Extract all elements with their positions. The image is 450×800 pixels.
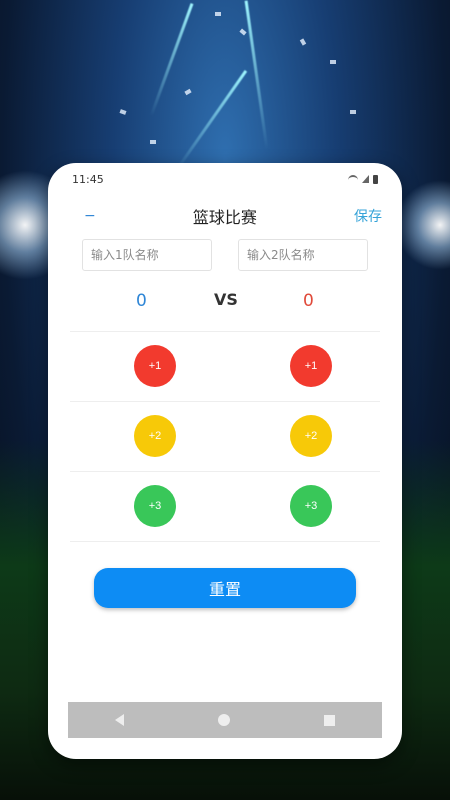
plus-one-row: +1 +1: [70, 331, 380, 401]
reset-button[interactable]: 重置: [94, 568, 356, 608]
team2-name-input[interactable]: [238, 239, 368, 271]
team1-plus-three-button[interactable]: +3: [134, 485, 176, 527]
app-bar: − 篮球比赛 保存: [48, 195, 402, 237]
plus-two-row: +2 +2: [70, 401, 380, 471]
nav-back-icon[interactable]: [115, 714, 124, 726]
nav-recents-icon[interactable]: [324, 714, 335, 726]
plus-three-row: +3 +3: [70, 471, 380, 542]
team-name-inputs: [48, 239, 402, 271]
system-nav-bar: [68, 702, 382, 738]
team2-score: 0: [303, 291, 314, 311]
save-button[interactable]: 保存: [354, 206, 382, 226]
team2-plus-two-button[interactable]: +2: [290, 415, 332, 457]
scoreboard: 0 VS 0: [48, 271, 402, 331]
team1-score: 0: [136, 291, 147, 311]
battery-icon: [373, 174, 378, 184]
status-time: 11:45: [72, 172, 104, 186]
nav-home-icon[interactable]: [218, 714, 230, 726]
status-bar: 11:45: [48, 163, 402, 195]
team2-plus-one-button[interactable]: +1: [290, 345, 332, 387]
reset-container: 重置: [48, 568, 402, 608]
vs-label: VS: [214, 290, 238, 309]
signal-icon: [362, 175, 369, 183]
status-icons: [348, 174, 378, 184]
team1-plus-one-button[interactable]: +1: [134, 345, 176, 387]
team1-name-input[interactable]: [82, 239, 212, 271]
wifi-icon: [348, 174, 358, 184]
page-title: 篮球比赛: [192, 208, 257, 227]
phone-screen: 11:45 − 篮球比赛 保存 0 VS 0 +1 +1 +2 +2 +3 +3…: [48, 163, 402, 759]
back-arrow-icon[interactable]: −: [84, 208, 96, 224]
team1-plus-two-button[interactable]: +2: [134, 415, 176, 457]
team2-plus-three-button[interactable]: +3: [290, 485, 332, 527]
